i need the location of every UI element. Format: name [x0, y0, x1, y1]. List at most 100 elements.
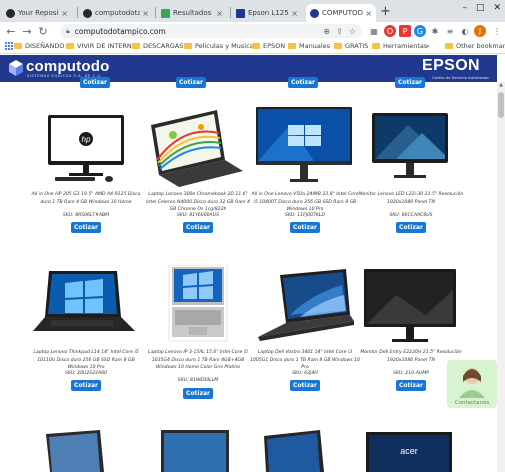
close-icon[interactable]: × [142, 9, 149, 18]
bookmarks-overflow-icon[interactable]: » [426, 42, 430, 50]
tab-repositories[interactable]: Your Repositories × [2, 4, 72, 22]
back-arrow-icon[interactable]: ← [3, 25, 19, 38]
close-icon[interactable]: × [61, 9, 68, 18]
quote-button[interactable]: Cotizar [290, 380, 320, 391]
product-image: hp [48, 115, 124, 182]
bookmark-disenando[interactable]: DISEÑANDO [14, 42, 64, 50]
svg-text:hp: hp [82, 135, 91, 144]
folder-icon [66, 43, 74, 49]
product-image: acer [366, 432, 452, 472]
bookmark-label: Manuales [299, 42, 331, 50]
tab-title: Epson L1250 | Im [248, 9, 289, 17]
product-image [161, 430, 229, 472]
epson-icon [236, 8, 245, 18]
reload-icon[interactable]: ↻ [35, 25, 51, 38]
bookmark-manuales[interactable]: Manuales [288, 42, 330, 50]
agent-avatar-icon [459, 368, 485, 398]
pdf-extension-icon[interactable]: P [399, 25, 411, 37]
folder-icon [334, 43, 342, 49]
close-window-button[interactable]: ✕ [493, 3, 501, 13]
tab-title: computodotampico [95, 9, 141, 17]
maximize-button[interactable]: □ [476, 3, 485, 13]
quote-button[interactable]: Cotizar [183, 222, 213, 233]
github-icon [6, 8, 15, 18]
folder-icon [445, 43, 453, 49]
tab-resultados[interactable]: Resultados de la × [157, 4, 227, 22]
product-name: Laptop Lenovo Thinkpad L14 14" Intel Cor… [33, 350, 139, 370]
product-sku: SKU: 81WE00LLM [177, 378, 219, 383]
browser-toolbar: ← → ↻ 🔒︎ computodotampico.com ⊕ ⇪ ☆ ▦ O … [0, 22, 505, 40]
bookmark-label: Peliculas y Musica [195, 42, 254, 50]
product-image [168, 265, 228, 342]
profile-sync-icon[interactable]: ◐ [459, 25, 471, 37]
product-image [264, 430, 324, 472]
tab-strip: Your Repositories × computodotampico × R… [0, 0, 505, 22]
bookmark-peliculas[interactable]: Peliculas y Musica [184, 42, 254, 50]
tab-separator [77, 7, 78, 18]
folder-icon [184, 43, 192, 49]
page-scrollbar[interactable]: ▲ [497, 82, 505, 472]
bookmark-epson[interactable]: EPSON [252, 42, 285, 50]
product-sku: SKU: 81Y6000AUS [177, 213, 219, 218]
product-image [372, 113, 448, 178]
reading-list-icon[interactable]: ≡ [444, 25, 456, 37]
url-text: computodotampico.com [74, 26, 166, 36]
opera-extension-icon[interactable]: O [384, 25, 396, 37]
site-favicon-icon [310, 8, 319, 18]
address-bar[interactable]: 🔒︎ computodotampico.com ⊕ ⇪ ☆ [60, 24, 362, 38]
bookmark-gratis[interactable]: GRATIS [334, 42, 368, 50]
puzzle-icon[interactable]: ✱ [429, 25, 441, 37]
quote-button[interactable]: Cotizar [396, 222, 426, 233]
product-sku: SKU: 8RS06LT#ABM [62, 213, 110, 218]
bookmark-herramientas[interactable]: Herramientas [372, 42, 427, 50]
bookmark-label: DISEÑANDO [25, 42, 65, 50]
bookmark-other[interactable]: Other bookmarks [445, 42, 505, 50]
scroll-thumb[interactable] [498, 92, 504, 118]
folder-icon [288, 43, 296, 49]
product-sku: SKU: 20U2S22A00 [64, 371, 108, 376]
product-name: All in One Lenovo V50a-24IMB 23.8" Intel… [251, 192, 359, 212]
quote-button[interactable]: Cotizar [176, 77, 206, 88]
computodo-logo-icon [9, 60, 23, 76]
product-sku: SKU: 66CCAAC6US [389, 213, 433, 218]
quote-button[interactable]: Cotizar [288, 77, 318, 88]
share-icon[interactable]: ⇪ [336, 27, 343, 36]
tab-title: COMPUTODO TAMPICO [322, 9, 363, 17]
bookmark-descargas[interactable]: DESCARGAS [132, 42, 183, 50]
quote-button[interactable]: Cotizar [395, 77, 425, 88]
bookmark-label: VIVIR DE INTERNET [77, 42, 140, 50]
tab-epson-l1250[interactable]: Epson L1250 | Im × [232, 4, 302, 22]
quote-button[interactable]: Cotizar [71, 222, 101, 233]
close-icon[interactable]: × [216, 9, 223, 18]
translate-extension-icon[interactable]: G [414, 25, 426, 37]
tab-computodo[interactable]: COMPUTODO TAMPICO × [306, 4, 376, 22]
menu-kebab-icon[interactable]: ⋮ [491, 25, 503, 37]
quote-button[interactable]: Cotizar [396, 380, 426, 391]
product-image [46, 430, 104, 472]
product-sku: SKU: 11FJ007KLD [285, 213, 325, 218]
bookmark-label: GRATIS [345, 42, 369, 50]
new-tab-button[interactable]: + [380, 4, 391, 19]
minimize-button[interactable]: – [462, 3, 467, 13]
bookmarks-bar: DISEÑANDO VIVIR DE INTERNET DESCARGAS Pe… [0, 40, 505, 54]
avatar[interactable]: J [474, 25, 486, 37]
quote-button[interactable]: Cotizar [290, 222, 320, 233]
product-sku: SKU: 62J4H [292, 371, 318, 376]
close-icon[interactable]: × [365, 9, 372, 18]
product-name: Laptop Lenovo IP 3-15IIL 15.6" Intel Cor… [148, 350, 248, 370]
product-image [33, 271, 135, 331]
scroll-up-icon[interactable]: ▲ [497, 82, 505, 90]
bookmark-vivir-de-internet[interactable]: VIVIR DE INTERNET [66, 42, 140, 50]
quote-button[interactable]: Cotizar [71, 380, 101, 391]
close-icon[interactable]: × [291, 9, 298, 18]
tab-computodotampico[interactable]: computodotampico × [79, 4, 153, 22]
quote-button[interactable]: Cotizar [80, 77, 110, 88]
zoom-icon[interactable]: ⊕ [323, 27, 330, 36]
quote-button[interactable]: Cotizar [183, 388, 213, 399]
site-logo[interactable]: computodo [26, 58, 109, 75]
product-name: Laptop Lenovo 300e Chromebook 2D 11.6" I… [146, 192, 250, 212]
contact-chat-widget[interactable]: Contactanos [447, 360, 497, 408]
forward-arrow-icon[interactable]: → [19, 25, 35, 38]
extension-grid-icon[interactable]: ▦ [368, 25, 380, 37]
bookmark-star-icon[interactable]: ☆ [349, 27, 356, 36]
